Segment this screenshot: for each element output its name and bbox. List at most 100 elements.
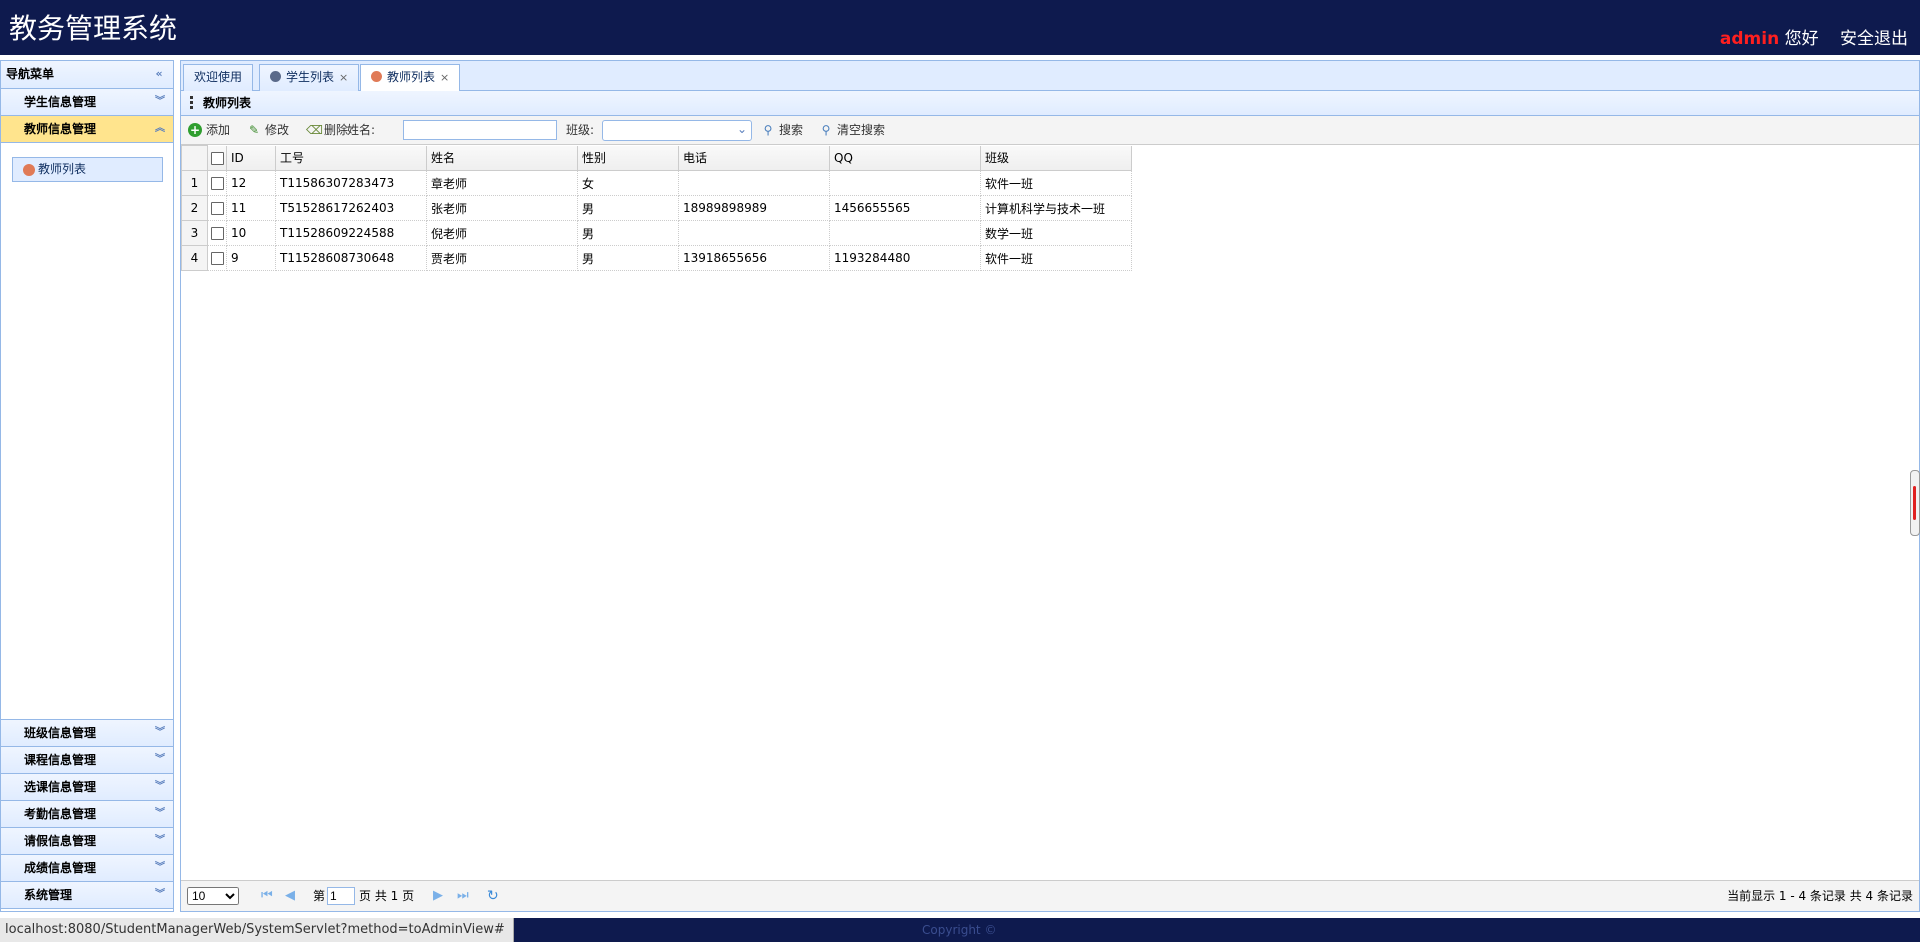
edit-button-label: 修改 bbox=[265, 123, 290, 137]
cell-qq bbox=[829, 220, 981, 246]
panel-title: 教师列表 bbox=[203, 96, 252, 110]
close-icon[interactable]: × bbox=[339, 71, 348, 84]
app-header: 教务管理系统 admin 您好 安全退出 bbox=[0, 0, 1920, 55]
cell-qq bbox=[829, 170, 981, 196]
col-class[interactable]: 班级 bbox=[980, 145, 1132, 171]
cell-sex: 女 bbox=[577, 170, 679, 196]
col-name[interactable]: 姓名 bbox=[426, 145, 578, 171]
status-url: localhost:8080/StudentManagerWeb/SystemS… bbox=[0, 918, 514, 942]
prev-page-icon[interactable]: ◀ bbox=[285, 881, 295, 911]
col-sn[interactable]: 工号 bbox=[275, 145, 427, 171]
col-phone[interactable]: 电话 bbox=[678, 145, 830, 171]
page-number-input[interactable] bbox=[327, 887, 355, 905]
student-user-icon bbox=[270, 71, 281, 82]
tab-teacher-list[interactable]: 教师列表 × bbox=[360, 64, 461, 92]
cell-sn: T11586307283473 bbox=[275, 170, 427, 196]
sidebar-item-selection[interactable]: 选课信息管理 ︾ bbox=[1, 774, 173, 801]
sidebar-item-course[interactable]: 课程信息管理 ︾ bbox=[1, 747, 173, 774]
chevron-down-icon: ⌄ bbox=[736, 122, 747, 136]
cell-sn: T51528617262403 bbox=[275, 195, 427, 221]
row-select-cell bbox=[207, 195, 227, 221]
col-id[interactable]: ID bbox=[226, 145, 276, 171]
row-select-cell bbox=[207, 170, 227, 196]
cell-class: 计算机科学与技术一班 bbox=[980, 195, 1132, 221]
teacher-list-panel: 教师列表 + 添加 ✎ 修改 ⌫ 删除 姓名: 班级: ⌄ ⚲ 搜索 ⚲ 清空搜索 bbox=[180, 91, 1920, 912]
cell-id: 11 bbox=[226, 195, 276, 221]
chevron-double-down-icon: ︾ bbox=[155, 727, 165, 738]
search-button-label: 搜索 bbox=[779, 123, 804, 137]
sidebar-item-score[interactable]: 成绩信息管理 ︾ bbox=[1, 855, 173, 882]
cell-phone bbox=[678, 220, 830, 246]
first-page-icon[interactable]: ⏮ bbox=[261, 881, 273, 911]
tab-student-list[interactable]: 学生列表 × bbox=[259, 64, 360, 91]
teacher-table: ID 工号 姓名 性别 电话 QQ 班级 1 12 T1158630728347… bbox=[181, 145, 1132, 271]
rownum-header bbox=[181, 145, 208, 171]
pencil-icon: ✎ bbox=[248, 123, 260, 137]
refresh-icon[interactable]: ↻ bbox=[487, 881, 499, 911]
panel-header: 教师列表 bbox=[181, 91, 1919, 116]
clear-search-button[interactable]: ⚲ 清空搜索 bbox=[817, 116, 885, 144]
table-header-row: ID 工号 姓名 性别 电话 QQ 班级 bbox=[181, 145, 1132, 171]
row-select-cell bbox=[207, 220, 227, 246]
search-icon: ⚲ bbox=[821, 123, 831, 137]
cell-class: 软件一班 bbox=[980, 170, 1132, 196]
edit-button[interactable]: ✎ 修改 bbox=[245, 116, 289, 144]
delete-button[interactable]: ⌫ 删除 bbox=[304, 116, 348, 144]
sidebar-item-student[interactable]: 学生信息管理 ︾ bbox=[1, 89, 173, 116]
status-bar: localhost:8080/StudentManagerWeb/SystemS… bbox=[0, 918, 1920, 942]
sidebar-subitem-teacher-list[interactable]: 教师列表 bbox=[12, 157, 163, 182]
sidebar-item-label: 教师信息管理 bbox=[24, 122, 97, 136]
chevron-double-down-icon: ︾ bbox=[155, 808, 165, 819]
name-label: 姓名: bbox=[347, 123, 376, 137]
teacher-grid: ID 工号 姓名 性别 电话 QQ 班级 1 12 T1158630728347… bbox=[181, 145, 1132, 271]
sidebar-item-attendance[interactable]: 考勤信息管理 ︾ bbox=[1, 801, 173, 828]
tabs-bar: 欢迎使用 学生列表 × 教师列表 × bbox=[180, 60, 1920, 92]
sidebar-item-teacher[interactable]: 教师信息管理 ︽ bbox=[1, 116, 173, 143]
page-size-select[interactable]: 10 bbox=[187, 887, 239, 905]
cell-phone: 13918655656 bbox=[678, 245, 830, 271]
table-row[interactable]: 2 11 T51528617262403 张老师 男 18989898989 1… bbox=[181, 195, 1132, 221]
select-all-checkbox[interactable] bbox=[210, 151, 224, 165]
row-number: 1 bbox=[181, 170, 208, 196]
table-row[interactable]: 4 9 T11528608730648 贾老师 男 13918655656 11… bbox=[181, 245, 1132, 271]
next-page-icon[interactable]: ▶ bbox=[433, 881, 443, 911]
table-row[interactable]: 1 12 T11586307283473 章老师 女 软件一班 bbox=[181, 170, 1132, 196]
logout-link[interactable]: 安全退出 bbox=[1840, 29, 1908, 49]
col-sex[interactable]: 性别 bbox=[577, 145, 679, 171]
sidebar-item-class[interactable]: 班级信息管理 ︾ bbox=[1, 720, 173, 747]
collapse-left-icon[interactable]: « bbox=[153, 68, 165, 80]
col-qq[interactable]: QQ bbox=[829, 145, 981, 171]
row-checkbox[interactable] bbox=[210, 227, 224, 240]
name-search-input[interactable] bbox=[403, 120, 557, 140]
trash-icon: ⌫ bbox=[306, 123, 323, 137]
scroll-thumb[interactable] bbox=[1913, 486, 1916, 520]
sidebar-item-leave[interactable]: 请假信息管理 ︾ bbox=[1, 828, 173, 855]
cell-sex: 男 bbox=[577, 245, 679, 271]
sidebar-item-system[interactable]: 系统管理 ︾ bbox=[1, 882, 173, 909]
sidebar-item-label: 成绩信息管理 bbox=[24, 861, 97, 875]
tab-welcome[interactable]: 欢迎使用 bbox=[183, 64, 254, 91]
class-select[interactable]: ⌄ bbox=[602, 120, 752, 141]
row-checkbox[interactable] bbox=[210, 202, 224, 215]
class-label: 班级: bbox=[566, 123, 595, 137]
chevron-double-down-icon: ︾ bbox=[155, 754, 165, 765]
cell-name: 张老师 bbox=[426, 195, 578, 221]
search-button[interactable]: ⚲ 搜索 bbox=[759, 116, 803, 144]
close-icon[interactable]: × bbox=[440, 71, 449, 84]
row-checkbox[interactable] bbox=[210, 252, 224, 265]
cell-name: 贾老师 bbox=[426, 245, 578, 271]
row-number: 4 bbox=[181, 245, 208, 271]
tab-label: 欢迎使用 bbox=[194, 70, 243, 84]
sidebar-item-label: 选课信息管理 bbox=[24, 780, 97, 794]
sidebar-item-label: 课程信息管理 bbox=[24, 753, 97, 767]
cell-sn: T11528609224588 bbox=[275, 220, 427, 246]
row-checkbox[interactable] bbox=[210, 177, 224, 190]
record-summary: 当前显示 1 - 4 条记录 共 4 条记录 bbox=[1727, 889, 1913, 903]
cell-sex: 男 bbox=[577, 195, 679, 221]
table-row[interactable]: 3 10 T11528609224588 倪老师 男 数学一班 bbox=[181, 220, 1132, 246]
cell-qq: 1456655565 bbox=[829, 195, 981, 221]
add-button[interactable]: + 添加 bbox=[186, 116, 230, 144]
scroll-indicator[interactable] bbox=[1910, 470, 1920, 536]
row-number: 2 bbox=[181, 195, 208, 221]
last-page-icon[interactable]: ⏭ bbox=[457, 881, 469, 911]
